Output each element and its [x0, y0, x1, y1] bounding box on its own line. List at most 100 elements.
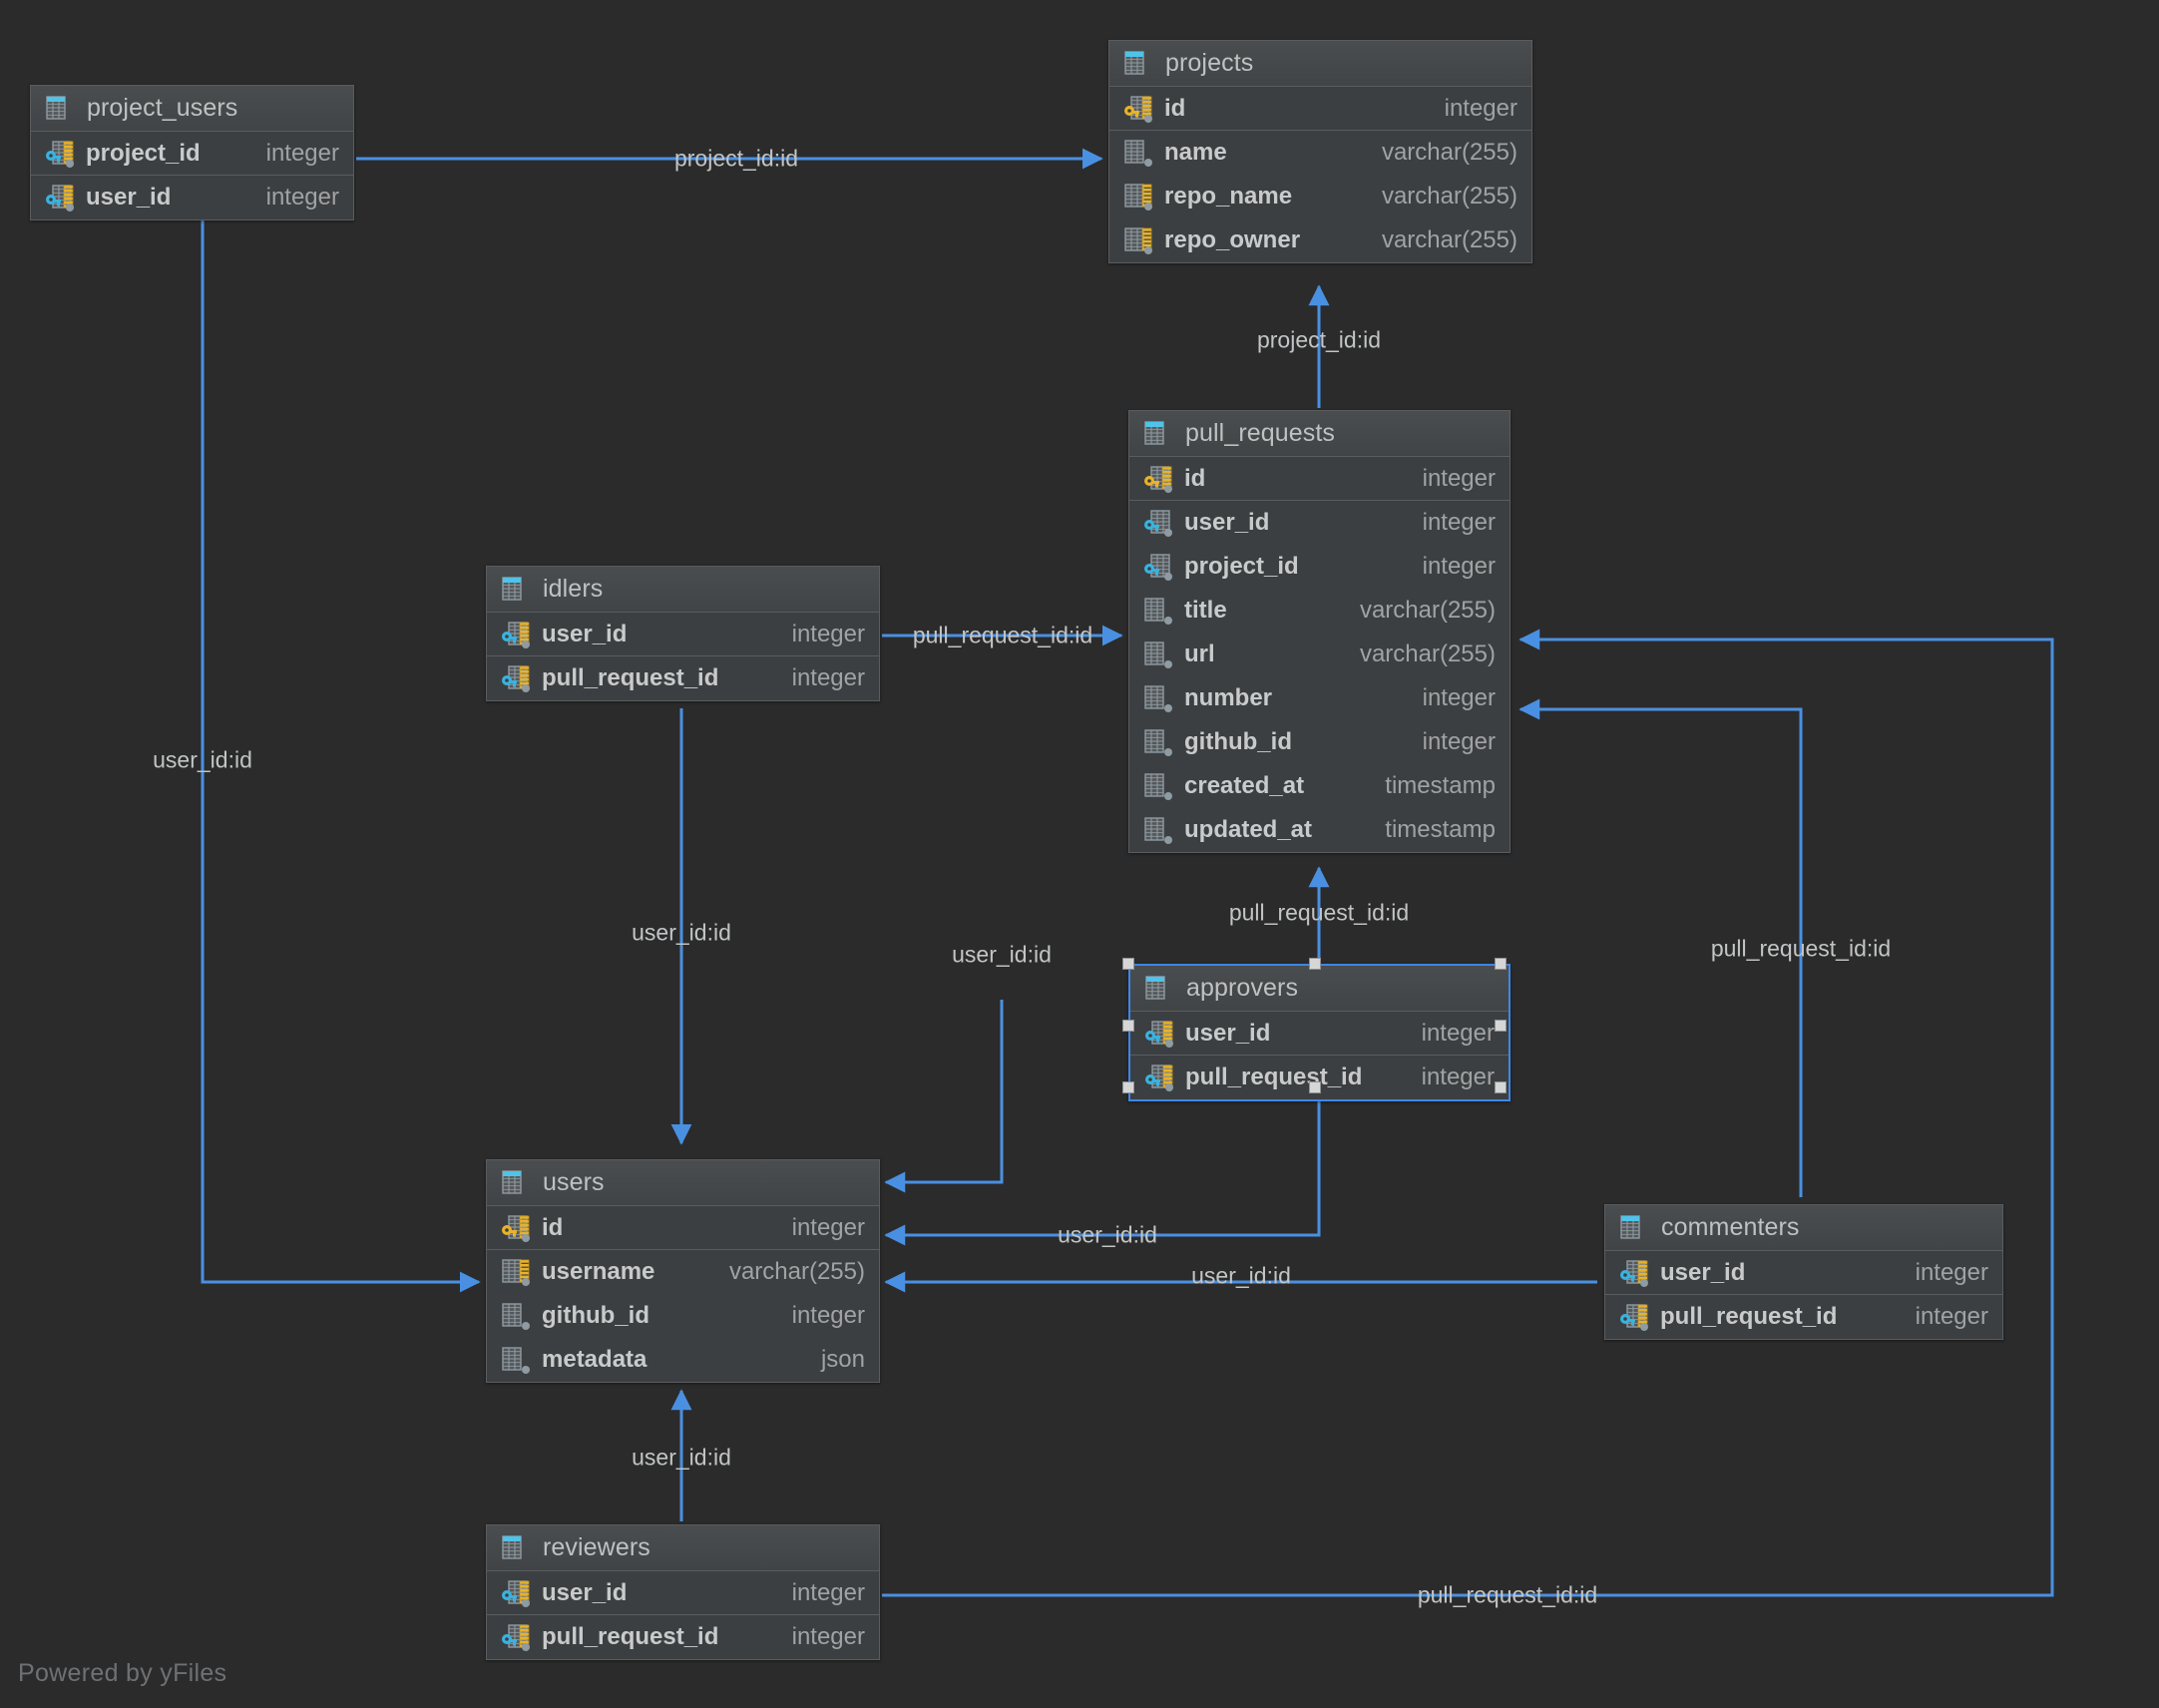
column-name: updated_at	[1184, 816, 1313, 843]
edge-approvers-users-id	[884, 1092, 1321, 1246]
table-node-projects[interactable]: projects id integer name varchar(255) repo_na…	[1108, 40, 1532, 263]
edge-label: user_id:id	[1191, 1262, 1291, 1289]
index-column-icon	[1123, 182, 1153, 212]
column-icon	[1143, 683, 1173, 713]
table-row[interactable]: project_id integer	[31, 132, 353, 176]
column-name: repo_owner	[1164, 226, 1301, 253]
table-row[interactable]: metadata json	[487, 1338, 879, 1382]
table-row[interactable]: pull_request_id integer	[487, 656, 879, 700]
column-type: integer	[1421, 1019, 1495, 1047]
table-row[interactable]: title varchar(255)	[1129, 589, 1510, 633]
column-name: project_id	[1184, 553, 1299, 580]
table-row[interactable]: id integer	[1109, 87, 1531, 131]
column-name: username	[542, 1258, 655, 1285]
column-name: user_id	[542, 620, 628, 647]
table-row[interactable]: name varchar(255)	[1109, 131, 1531, 175]
table-row[interactable]: repo_owner varchar(255)	[1109, 218, 1531, 262]
table-name: reviewers	[543, 1533, 650, 1561]
column-name: pull_request_id	[1660, 1303, 1838, 1330]
column-type: varchar(255)	[1381, 226, 1517, 253]
table-header-idlers[interactable]: idlers	[487, 567, 879, 613]
edge-label: user_id:id	[632, 919, 731, 946]
table-header-pull_requests[interactable]: pull_requests	[1129, 411, 1510, 457]
column-name: id	[1184, 464, 1206, 492]
table-row[interactable]: pull_request_id integer	[487, 1615, 879, 1659]
selection-handle-s[interactable]	[1308, 1081, 1321, 1093]
table-icon	[501, 575, 531, 605]
table-row[interactable]: user_id integer	[487, 1571, 879, 1615]
table-row[interactable]: github_id integer	[1129, 720, 1510, 764]
table-node-project_users[interactable]: project_users project_id integer user_id int…	[30, 85, 354, 220]
column-type: integer	[1422, 728, 1496, 755]
edge-label: pull_request_id:id	[1228, 899, 1410, 926]
selection-handle-sw[interactable]	[1122, 1081, 1134, 1093]
index-column-icon	[1123, 225, 1153, 255]
table-row[interactable]: user_id integer	[31, 176, 353, 219]
column-type: varchar(255)	[1359, 597, 1496, 624]
table-icon	[1143, 419, 1173, 449]
table-header-approvers[interactable]: approvers	[1130, 966, 1509, 1012]
column-name: name	[1164, 139, 1227, 166]
table-header-project_users[interactable]: project_users	[31, 86, 353, 132]
selection-handle-se[interactable]	[1495, 1081, 1507, 1093]
table-row[interactable]: created_at timestamp	[1129, 764, 1510, 808]
table-name: commenters	[1661, 1213, 1800, 1241]
table-node-commenters[interactable]: commenters user_id integer pull_request_id i…	[1604, 1204, 2003, 1340]
table-row[interactable]: id integer	[1129, 457, 1510, 501]
table-header-commenters[interactable]: commenters	[1605, 1205, 2002, 1251]
table-name: project_users	[87, 94, 238, 122]
table-row[interactable]: url varchar(255)	[1129, 633, 1510, 676]
primary-key-icon	[1143, 464, 1173, 494]
table-node-users[interactable]: users id integer username varchar(255) github…	[486, 1159, 880, 1383]
column-name: id	[1164, 94, 1186, 122]
column-type: integer	[1422, 464, 1496, 492]
selection-handle-w[interactable]	[1122, 1020, 1134, 1032]
composite-key-icon	[45, 183, 75, 213]
selection-handle-ne[interactable]	[1495, 958, 1507, 970]
selection-handle-nw[interactable]	[1122, 958, 1134, 970]
table-row[interactable]: repo_name varchar(255)	[1109, 175, 1531, 218]
table-row[interactable]: number integer	[1129, 676, 1510, 720]
column-type: integer	[1915, 1303, 1988, 1330]
table-row[interactable]: id integer	[487, 1206, 879, 1250]
table-node-reviewers[interactable]: reviewers user_id integer pull_request_id in…	[486, 1524, 880, 1660]
table-row[interactable]: project_id integer	[1129, 545, 1510, 589]
yfiles-watermark: Powered by yFiles	[18, 1659, 227, 1687]
column-type: timestamp	[1385, 816, 1496, 843]
column-type: json	[820, 1346, 865, 1373]
column-name: title	[1184, 597, 1227, 624]
selection-handle-e[interactable]	[1495, 1020, 1507, 1032]
column-icon	[501, 1345, 531, 1375]
table-row[interactable]: updated_at timestamp	[1129, 808, 1510, 852]
table-row[interactable]: username varchar(255)	[487, 1250, 879, 1294]
diagram-canvas[interactable]: project_id:id project_id:id pull_request…	[0, 0, 2159, 1708]
column-type: integer	[1422, 509, 1496, 536]
edge-label: user_id:id	[153, 746, 252, 773]
column-icon	[1143, 771, 1173, 801]
table-node-pull_requests[interactable]: pull_requests id integer user_id integer proj…	[1128, 410, 1511, 853]
table-header-reviewers[interactable]: reviewers	[487, 1525, 879, 1571]
table-row[interactable]: user_id integer	[487, 613, 879, 656]
table-row[interactable]: user_id integer	[1129, 501, 1510, 545]
table-node-idlers[interactable]: idlers user_id integer pull_request_id integ…	[486, 566, 880, 701]
column-type: integer	[1422, 684, 1496, 711]
column-name: metadata	[542, 1346, 648, 1373]
table-row[interactable]: user_id integer	[1605, 1251, 2002, 1295]
table-header-users[interactable]: users	[487, 1160, 879, 1206]
selection-handle-n[interactable]	[1308, 958, 1321, 970]
table-name: approvers	[1186, 974, 1299, 1002]
column-name: pull_request_id	[542, 1623, 719, 1650]
table-header-projects[interactable]: projects	[1109, 41, 1531, 87]
table-row[interactable]: github_id integer	[487, 1294, 879, 1338]
table-row[interactable]: user_id integer	[1130, 1012, 1509, 1056]
column-type: timestamp	[1385, 772, 1496, 799]
column-icon	[1143, 815, 1173, 845]
table-name: users	[543, 1168, 605, 1196]
column-name: pull_request_id	[1185, 1064, 1363, 1090]
column-name: github_id	[542, 1302, 649, 1329]
edge-label: user_id:id	[952, 941, 1052, 968]
composite-key-icon	[1144, 1063, 1174, 1092]
column-type: integer	[265, 139, 339, 167]
table-row[interactable]: pull_request_id integer	[1605, 1295, 2002, 1339]
table-icon	[45, 94, 75, 124]
